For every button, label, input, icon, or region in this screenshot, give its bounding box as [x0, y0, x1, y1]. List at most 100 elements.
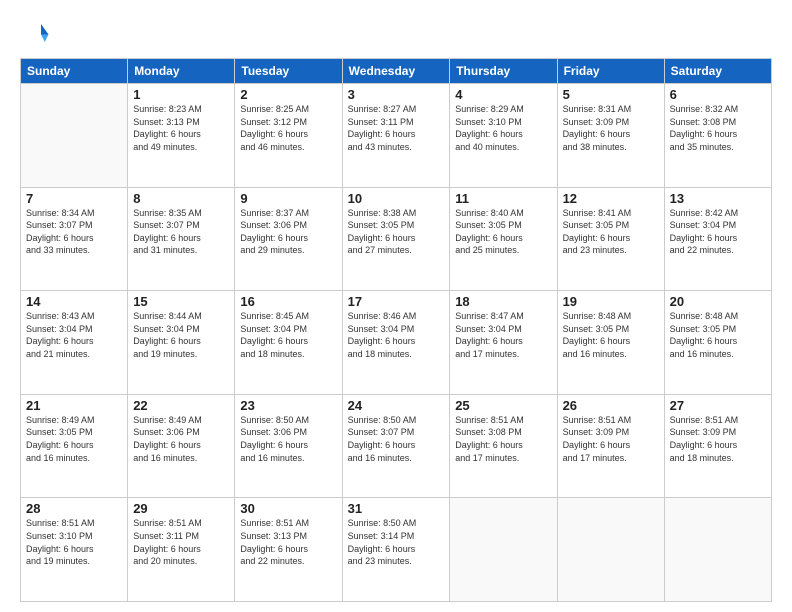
- day-cell: [557, 498, 664, 602]
- page: SundayMondayTuesdayWednesdayThursdayFrid…: [0, 0, 792, 612]
- day-cell: 25Sunrise: 8:51 AM Sunset: 3:08 PM Dayli…: [450, 394, 557, 498]
- day-number: 19: [563, 294, 659, 309]
- day-info: Sunrise: 8:23 AM Sunset: 3:13 PM Dayligh…: [133, 103, 229, 153]
- day-info: Sunrise: 8:51 AM Sunset: 3:11 PM Dayligh…: [133, 517, 229, 567]
- day-info: Sunrise: 8:50 AM Sunset: 3:14 PM Dayligh…: [348, 517, 445, 567]
- day-number: 1: [133, 87, 229, 102]
- day-info: Sunrise: 8:32 AM Sunset: 3:08 PM Dayligh…: [670, 103, 766, 153]
- day-cell: 26Sunrise: 8:51 AM Sunset: 3:09 PM Dayli…: [557, 394, 664, 498]
- header: [20, 18, 772, 48]
- week-row-2: 7Sunrise: 8:34 AM Sunset: 3:07 PM Daylig…: [21, 187, 772, 291]
- day-info: Sunrise: 8:42 AM Sunset: 3:04 PM Dayligh…: [670, 207, 766, 257]
- day-number: 23: [240, 398, 336, 413]
- day-cell: 20Sunrise: 8:48 AM Sunset: 3:05 PM Dayli…: [664, 291, 771, 395]
- day-info: Sunrise: 8:29 AM Sunset: 3:10 PM Dayligh…: [455, 103, 551, 153]
- day-info: Sunrise: 8:45 AM Sunset: 3:04 PM Dayligh…: [240, 310, 336, 360]
- day-info: Sunrise: 8:51 AM Sunset: 3:09 PM Dayligh…: [670, 414, 766, 464]
- day-cell: 29Sunrise: 8:51 AM Sunset: 3:11 PM Dayli…: [128, 498, 235, 602]
- day-cell: 13Sunrise: 8:42 AM Sunset: 3:04 PM Dayli…: [664, 187, 771, 291]
- day-info: Sunrise: 8:31 AM Sunset: 3:09 PM Dayligh…: [563, 103, 659, 153]
- day-number: 7: [26, 191, 122, 206]
- day-number: 24: [348, 398, 445, 413]
- day-cell: 21Sunrise: 8:49 AM Sunset: 3:05 PM Dayli…: [21, 394, 128, 498]
- day-number: 17: [348, 294, 445, 309]
- day-cell: 8Sunrise: 8:35 AM Sunset: 3:07 PM Daylig…: [128, 187, 235, 291]
- day-number: 16: [240, 294, 336, 309]
- day-number: 28: [26, 501, 122, 516]
- day-number: 11: [455, 191, 551, 206]
- day-header-saturday: Saturday: [664, 59, 771, 84]
- day-number: 8: [133, 191, 229, 206]
- day-number: 22: [133, 398, 229, 413]
- day-cell: 7Sunrise: 8:34 AM Sunset: 3:07 PM Daylig…: [21, 187, 128, 291]
- day-number: 13: [670, 191, 766, 206]
- day-header-monday: Monday: [128, 59, 235, 84]
- day-number: 5: [563, 87, 659, 102]
- day-info: Sunrise: 8:38 AM Sunset: 3:05 PM Dayligh…: [348, 207, 445, 257]
- day-number: 6: [670, 87, 766, 102]
- day-cell: 14Sunrise: 8:43 AM Sunset: 3:04 PM Dayli…: [21, 291, 128, 395]
- day-info: Sunrise: 8:49 AM Sunset: 3:06 PM Dayligh…: [133, 414, 229, 464]
- day-number: 4: [455, 87, 551, 102]
- day-info: Sunrise: 8:48 AM Sunset: 3:05 PM Dayligh…: [563, 310, 659, 360]
- calendar-header-row: SundayMondayTuesdayWednesdayThursdayFrid…: [21, 59, 772, 84]
- day-cell: 27Sunrise: 8:51 AM Sunset: 3:09 PM Dayli…: [664, 394, 771, 498]
- day-info: Sunrise: 8:48 AM Sunset: 3:05 PM Dayligh…: [670, 310, 766, 360]
- day-number: 25: [455, 398, 551, 413]
- day-number: 9: [240, 191, 336, 206]
- day-header-wednesday: Wednesday: [342, 59, 450, 84]
- day-cell: 31Sunrise: 8:50 AM Sunset: 3:14 PM Dayli…: [342, 498, 450, 602]
- day-cell: 5Sunrise: 8:31 AM Sunset: 3:09 PM Daylig…: [557, 84, 664, 188]
- day-cell: 9Sunrise: 8:37 AM Sunset: 3:06 PM Daylig…: [235, 187, 342, 291]
- day-header-sunday: Sunday: [21, 59, 128, 84]
- day-info: Sunrise: 8:34 AM Sunset: 3:07 PM Dayligh…: [26, 207, 122, 257]
- day-cell: 23Sunrise: 8:50 AM Sunset: 3:06 PM Dayli…: [235, 394, 342, 498]
- day-info: Sunrise: 8:50 AM Sunset: 3:06 PM Dayligh…: [240, 414, 336, 464]
- day-info: Sunrise: 8:40 AM Sunset: 3:05 PM Dayligh…: [455, 207, 551, 257]
- day-number: 26: [563, 398, 659, 413]
- day-cell: 30Sunrise: 8:51 AM Sunset: 3:13 PM Dayli…: [235, 498, 342, 602]
- day-info: Sunrise: 8:35 AM Sunset: 3:07 PM Dayligh…: [133, 207, 229, 257]
- day-cell: 16Sunrise: 8:45 AM Sunset: 3:04 PM Dayli…: [235, 291, 342, 395]
- week-row-3: 14Sunrise: 8:43 AM Sunset: 3:04 PM Dayli…: [21, 291, 772, 395]
- day-cell: 11Sunrise: 8:40 AM Sunset: 3:05 PM Dayli…: [450, 187, 557, 291]
- day-info: Sunrise: 8:43 AM Sunset: 3:04 PM Dayligh…: [26, 310, 122, 360]
- week-row-1: 1Sunrise: 8:23 AM Sunset: 3:13 PM Daylig…: [21, 84, 772, 188]
- day-cell: 15Sunrise: 8:44 AM Sunset: 3:04 PM Dayli…: [128, 291, 235, 395]
- day-info: Sunrise: 8:51 AM Sunset: 3:10 PM Dayligh…: [26, 517, 122, 567]
- day-info: Sunrise: 8:51 AM Sunset: 3:13 PM Dayligh…: [240, 517, 336, 567]
- day-cell: 4Sunrise: 8:29 AM Sunset: 3:10 PM Daylig…: [450, 84, 557, 188]
- day-number: 31: [348, 501, 445, 516]
- day-info: Sunrise: 8:25 AM Sunset: 3:12 PM Dayligh…: [240, 103, 336, 153]
- day-number: 2: [240, 87, 336, 102]
- day-cell: 1Sunrise: 8:23 AM Sunset: 3:13 PM Daylig…: [128, 84, 235, 188]
- week-row-5: 28Sunrise: 8:51 AM Sunset: 3:10 PM Dayli…: [21, 498, 772, 602]
- day-info: Sunrise: 8:47 AM Sunset: 3:04 PM Dayligh…: [455, 310, 551, 360]
- day-cell: 12Sunrise: 8:41 AM Sunset: 3:05 PM Dayli…: [557, 187, 664, 291]
- week-row-4: 21Sunrise: 8:49 AM Sunset: 3:05 PM Dayli…: [21, 394, 772, 498]
- day-cell: 18Sunrise: 8:47 AM Sunset: 3:04 PM Dayli…: [450, 291, 557, 395]
- day-number: 27: [670, 398, 766, 413]
- logo: [20, 18, 52, 48]
- day-number: 21: [26, 398, 122, 413]
- day-info: Sunrise: 8:41 AM Sunset: 3:05 PM Dayligh…: [563, 207, 659, 257]
- day-cell: 2Sunrise: 8:25 AM Sunset: 3:12 PM Daylig…: [235, 84, 342, 188]
- day-info: Sunrise: 8:44 AM Sunset: 3:04 PM Dayligh…: [133, 310, 229, 360]
- day-info: Sunrise: 8:37 AM Sunset: 3:06 PM Dayligh…: [240, 207, 336, 257]
- day-cell: 28Sunrise: 8:51 AM Sunset: 3:10 PM Dayli…: [21, 498, 128, 602]
- day-cell: 3Sunrise: 8:27 AM Sunset: 3:11 PM Daylig…: [342, 84, 450, 188]
- day-cell: 6Sunrise: 8:32 AM Sunset: 3:08 PM Daylig…: [664, 84, 771, 188]
- day-info: Sunrise: 8:27 AM Sunset: 3:11 PM Dayligh…: [348, 103, 445, 153]
- day-number: 30: [240, 501, 336, 516]
- logo-icon: [20, 18, 50, 48]
- day-cell: 10Sunrise: 8:38 AM Sunset: 3:05 PM Dayli…: [342, 187, 450, 291]
- day-number: 18: [455, 294, 551, 309]
- day-cell: 19Sunrise: 8:48 AM Sunset: 3:05 PM Dayli…: [557, 291, 664, 395]
- day-cell: 22Sunrise: 8:49 AM Sunset: 3:06 PM Dayli…: [128, 394, 235, 498]
- day-header-thursday: Thursday: [450, 59, 557, 84]
- day-cell: [450, 498, 557, 602]
- day-header-tuesday: Tuesday: [235, 59, 342, 84]
- day-cell: 24Sunrise: 8:50 AM Sunset: 3:07 PM Dayli…: [342, 394, 450, 498]
- day-number: 15: [133, 294, 229, 309]
- day-header-friday: Friday: [557, 59, 664, 84]
